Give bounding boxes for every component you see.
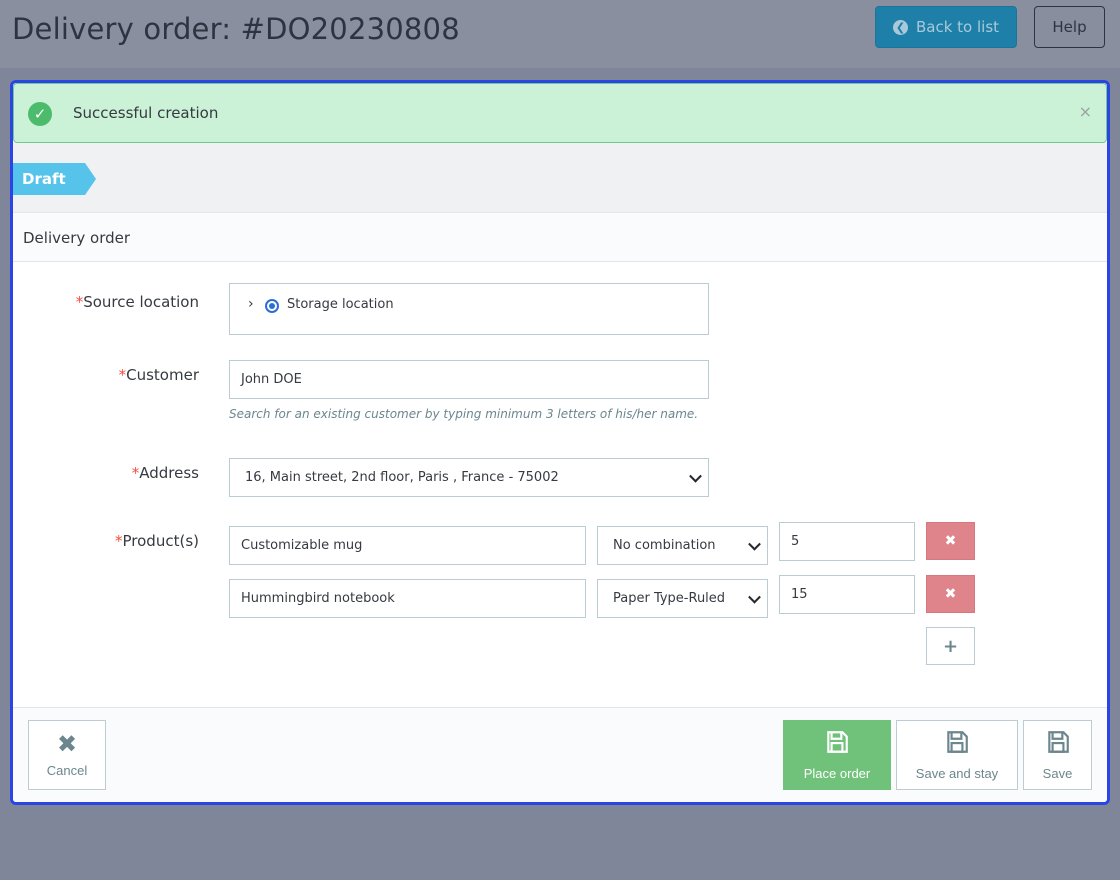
success-alert: ✓ Successful creation × xyxy=(13,83,1107,143)
required-mark: * xyxy=(118,366,127,384)
section-header: Delivery order xyxy=(13,214,1107,262)
help-button[interactable]: Help xyxy=(1034,6,1105,48)
plus-icon: + xyxy=(942,635,959,657)
section-title: Delivery order xyxy=(23,229,131,247)
address-label: *Address xyxy=(131,464,199,482)
floppy-disk-icon xyxy=(824,729,850,760)
page-title: Delivery order: #DO20230808 xyxy=(12,12,460,46)
place-order-button[interactable]: Place order xyxy=(783,720,891,790)
source-location-label: *Source location xyxy=(75,293,199,311)
product-combination-select[interactable]: No combination xyxy=(597,526,768,565)
remove-product-button[interactable]: ✖ xyxy=(926,575,975,613)
remove-product-button[interactable]: ✖ xyxy=(926,522,975,560)
customer-label: *Customer xyxy=(118,366,199,384)
product-combination-select[interactable]: Paper Type-Ruled xyxy=(597,579,768,618)
customer-hint: Search for an existing customer by typin… xyxy=(229,407,699,421)
arrow-left-icon: ❮ xyxy=(892,19,908,35)
status-badge: Draft xyxy=(13,163,96,195)
product-name-input[interactable]: Hummingbird notebook xyxy=(229,579,586,618)
product-quantity-input[interactable]: 15 xyxy=(779,575,915,614)
product-quantity-input[interactable]: 5 xyxy=(779,522,915,561)
back-to-list-label: Back to list xyxy=(915,18,1000,36)
save-and-stay-button[interactable]: Save and stay xyxy=(896,720,1018,790)
floppy-disk-icon xyxy=(944,729,970,760)
required-mark: * xyxy=(115,532,123,550)
cancel-button[interactable]: ✖ Cancel xyxy=(28,720,106,790)
close-icon: ✖ xyxy=(944,533,957,549)
save-button[interactable]: Save xyxy=(1023,720,1092,790)
storage-location-radio[interactable] xyxy=(265,299,279,313)
back-to-list-button[interactable]: ❮ Back to list xyxy=(875,6,1017,48)
close-icon: ✖ xyxy=(944,586,957,602)
products-label: *Product(s) xyxy=(115,532,199,550)
add-product-button[interactable]: + xyxy=(926,627,975,665)
alert-message: Successful creation xyxy=(73,104,219,122)
close-icon[interactable]: × xyxy=(1079,102,1092,121)
check-circle-icon: ✓ xyxy=(28,102,52,126)
status-bar: Draft xyxy=(13,143,1107,213)
delivery-order-modal: ✓ Successful creation × Draft Delivery o… xyxy=(10,80,1110,805)
address-select[interactable]: 16, Main street, 2nd floor, Paris , Fran… xyxy=(229,458,709,497)
close-icon: ✖ xyxy=(56,730,78,758)
chevron-right-icon[interactable]: › xyxy=(248,296,254,312)
storage-location-label: Storage location xyxy=(287,297,394,312)
product-name-input[interactable]: Customizable mug xyxy=(229,526,586,565)
source-location-tree: › Storage location xyxy=(229,283,709,335)
customer-input[interactable]: John DOE xyxy=(229,360,709,399)
floppy-disk-icon xyxy=(1045,729,1071,760)
form-footer: ✖ Cancel Place order Save and stay Save xyxy=(13,707,1107,802)
